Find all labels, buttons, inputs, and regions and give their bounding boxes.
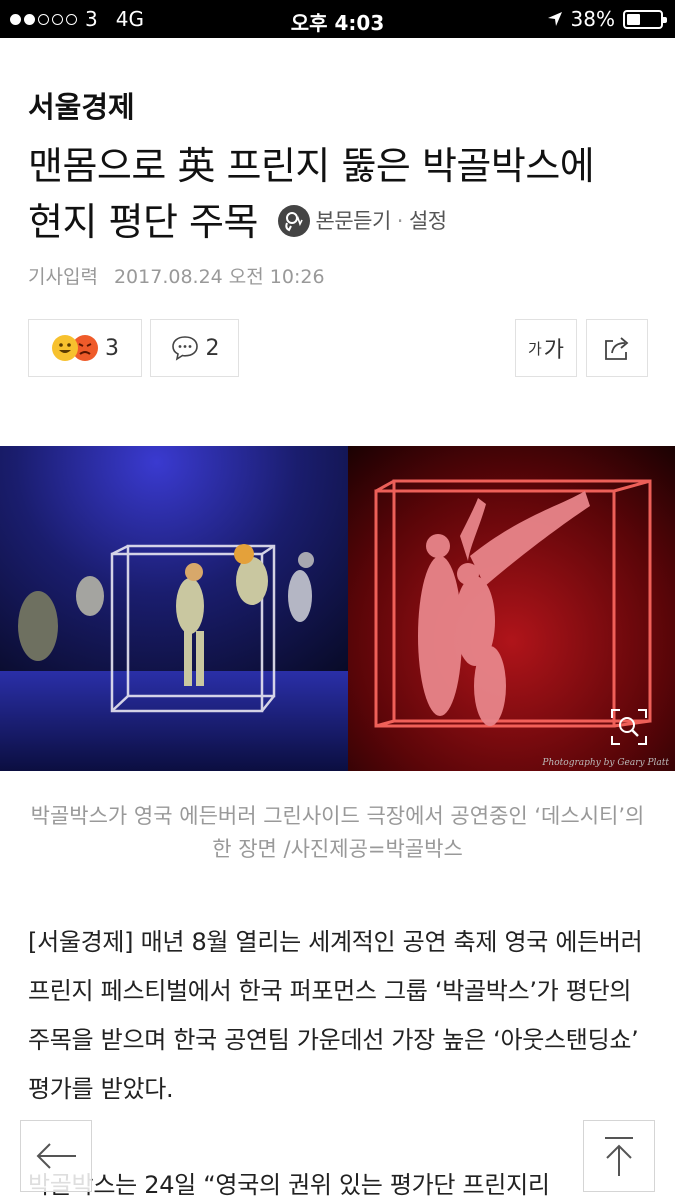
photo-zoom-button[interactable] (609, 707, 649, 747)
happy-face-icon (52, 335, 78, 361)
listen-icon[interactable] (277, 204, 310, 237)
headline: 맨몸으로 英 프린지 뚫은 박골박스에 현지 평단 주목 본문듣기 · 설정 (28, 138, 658, 253)
zoom-icon (611, 709, 647, 745)
separator-dot: · (396, 208, 404, 233)
battery-icon (623, 9, 667, 29)
article-paragraph: [서울경제] 매년 8월 열리는 세계적인 공연 축제 영국 에든버러 프린지 … (28, 928, 643, 1103)
comment-button[interactable]: 2 (150, 319, 239, 377)
date-label: 기사입력 (28, 266, 98, 288)
headline-line-2: 현지 평단 주목 본문듣기 · 설정 (28, 194, 658, 253)
listen-button[interactable]: 본문듣기 (316, 193, 392, 249)
listen-controls: 본문듣기 · 설정 (277, 193, 447, 249)
date-value: 2017.08.24 오전 10:26 (113, 266, 325, 288)
listen-settings-button[interactable]: 설정 (409, 193, 447, 249)
location-arrow-icon (547, 12, 562, 26)
comment-bubble-icon (171, 336, 198, 361)
font-size-large-glyph: 가 (543, 338, 565, 363)
comment-count: 2 (205, 335, 220, 361)
photo-caption: 박골박스가 영국 에든버러 그린사이드 극장에서 공연중인 ‘데스시티’의 한 … (30, 804, 645, 861)
arrow-up-icon (605, 1137, 633, 1176)
font-size-small-glyph: 가 (527, 339, 542, 358)
section-label[interactable]: 서울경제 (28, 84, 135, 126)
article-meta: 기사입력 2017.08.24 오전 10:26 (28, 262, 325, 289)
back-arrow-icon (36, 1143, 76, 1169)
status-right: 38% (547, 7, 667, 31)
performance-photo (0, 446, 675, 771)
back-button[interactable] (20, 1120, 92, 1192)
font-size-button[interactable]: 가가 (515, 319, 577, 377)
photo-credit: Photography by Geary Platt (542, 758, 669, 768)
status-bar: 3 4G 오후 4:03 38% (0, 0, 675, 38)
headline-line-1: 맨몸으로 英 프린지 뚫은 박골박스에 (28, 144, 595, 188)
scroll-to-top-button[interactable] (583, 1120, 655, 1192)
reaction-count: 3 (105, 335, 119, 361)
share-button[interactable] (586, 319, 648, 377)
reaction-button[interactable]: 3 (28, 319, 142, 377)
reaction-emoji-icons (51, 334, 99, 362)
article-photo[interactable]: Photography by Geary Platt (0, 446, 675, 771)
article-paragraph: 박골박스는 24일 “영국의 권위 있는 평가단 프린지리 (28, 1171, 550, 1199)
article-body: [서울경제] 매년 8월 열리는 세계적인 공연 축제 영국 에든버러 프린지 … (28, 918, 653, 1200)
battery-percent: 38% (570, 7, 615, 31)
share-icon (605, 337, 629, 360)
headline-line-2-text: 현지 평단 주목 (28, 200, 258, 244)
